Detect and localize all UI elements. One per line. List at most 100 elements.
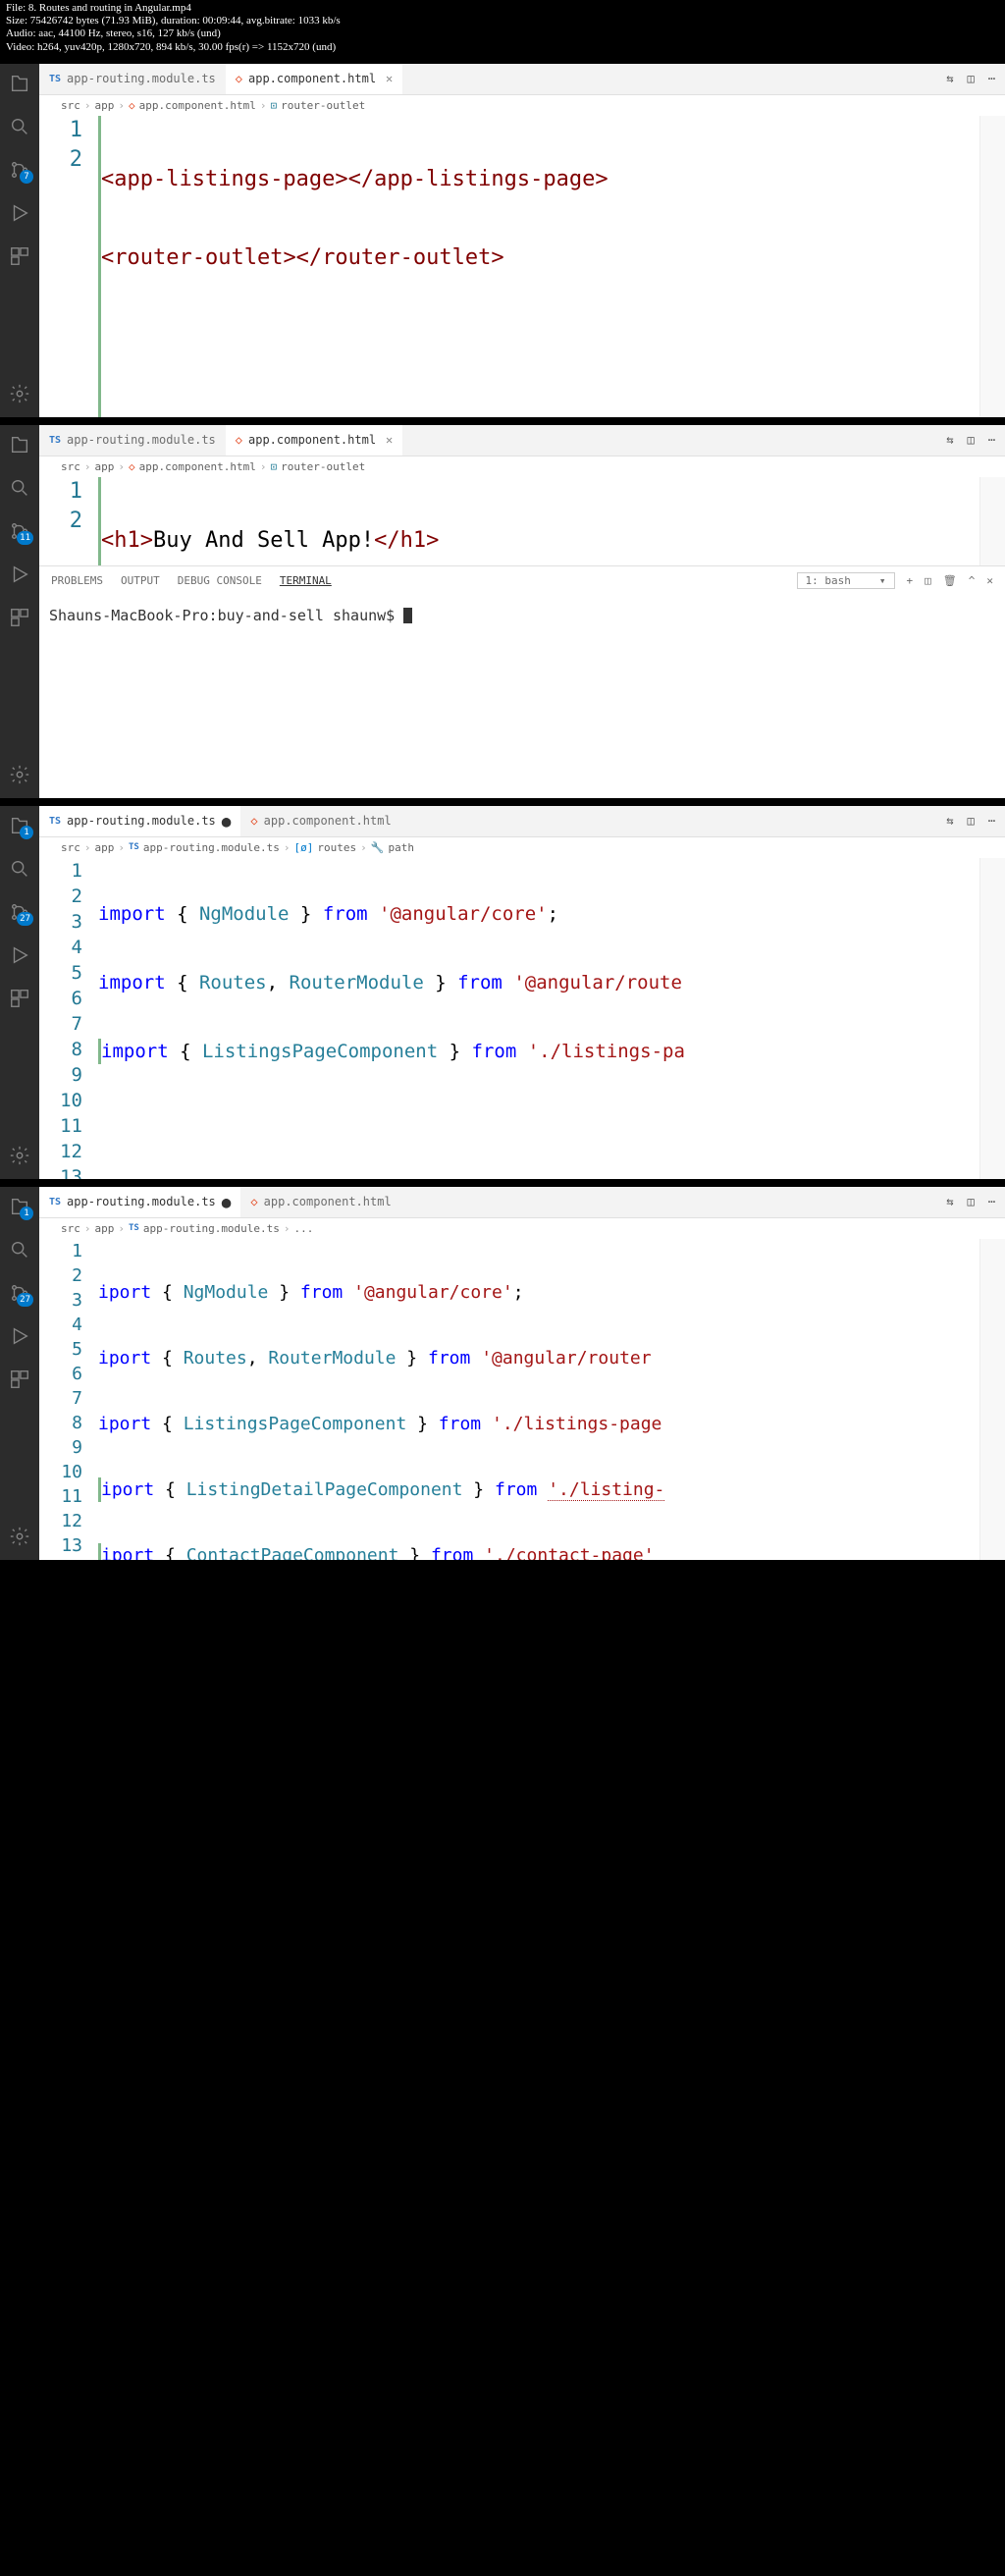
tab-routing[interactable]: TSapp-routing.module.ts●	[39, 1187, 240, 1217]
ts-icon: TS	[49, 816, 61, 827]
tab-terminal[interactable]: TERMINAL	[280, 574, 332, 587]
html-icon: ◇	[250, 1195, 257, 1208]
search-icon[interactable]	[8, 476, 31, 500]
tab-output[interactable]: OUTPUT	[121, 574, 160, 587]
extensions-icon[interactable]	[8, 606, 31, 629]
line-gutter: 12	[39, 477, 98, 565]
scm-icon[interactable]: 11	[8, 519, 31, 543]
tab-label: app.component.html	[248, 433, 376, 447]
tab-routing[interactable]: TSapp-routing.module.ts	[39, 64, 226, 94]
breadcrumb[interactable]: src› app› ◇app.component.html› ⊡router-o…	[39, 456, 1005, 477]
breadcrumb[interactable]: src› app› ◇app.component.html› ⊡router-o…	[39, 95, 1005, 116]
terminal-prompt: Shauns-MacBook-Pro:buy-and-sell shaunw$	[49, 607, 395, 624]
extensions-icon[interactable]	[8, 244, 31, 268]
tab-actions: ⇆ ◫ ⋯	[946, 72, 1005, 85]
compare-icon[interactable]: ⇆	[946, 1195, 953, 1208]
code-editor[interactable]: 1234567891011121314 iport { NgModule } f…	[39, 1239, 1005, 1560]
code-editor[interactable]: 1234567891011121314 import { NgModule } …	[39, 858, 1005, 1179]
ts-icon: TS	[49, 74, 61, 84]
explorer-icon[interactable]	[8, 433, 31, 456]
scm-badge: 11	[17, 531, 33, 545]
shell-select[interactable]: 1: bash▾	[797, 572, 895, 589]
debug-icon[interactable]	[8, 563, 31, 586]
scm-icon[interactable]: 7	[8, 158, 31, 182]
close-icon[interactable]: ✕	[386, 433, 393, 447]
chevron-up-icon[interactable]: ^	[969, 574, 976, 587]
gear-icon[interactable]	[8, 1525, 31, 1548]
scm-badge: 7	[20, 170, 33, 184]
split-icon[interactable]: ◫	[968, 72, 975, 85]
tab-bar: TSapp-routing.module.ts● ◇ app.component.…	[39, 1187, 1005, 1218]
explorer-badge: 1	[20, 1207, 33, 1220]
explorer-icon[interactable]: 1	[8, 1195, 31, 1218]
tab-problems[interactable]: PROBLEMS	[51, 574, 103, 587]
search-icon[interactable]	[8, 115, 31, 138]
trash-icon[interactable]: 🗑	[943, 574, 957, 587]
compare-icon[interactable]: ⇆	[946, 814, 953, 828]
compare-icon[interactable]: ⇆	[946, 72, 953, 85]
debug-icon[interactable]	[8, 943, 31, 967]
editor-area: TSapp-routing.module.ts● ◇app.component.…	[39, 806, 1005, 1179]
split-icon[interactable]: ◫	[968, 1195, 975, 1208]
editor-area: TSapp-routing.module.ts● ◇ app.component.…	[39, 1187, 1005, 1560]
more-icon[interactable]: ⋯	[988, 72, 995, 85]
minimap[interactable]	[979, 477, 1005, 565]
tab-routing[interactable]: TSapp-routing.module.ts●	[39, 806, 240, 836]
close-icon[interactable]: ✕	[386, 72, 393, 85]
minimap[interactable]	[979, 1239, 1005, 1560]
search-icon[interactable]	[8, 1238, 31, 1261]
debug-icon[interactable]	[8, 1324, 31, 1348]
split-icon[interactable]: ◫	[968, 433, 975, 447]
code-editor[interactable]: 12 <app-listings-page></app-listings-pag…	[39, 116, 1005, 417]
ts-icon: TS	[49, 435, 61, 446]
split-terminal-icon[interactable]: ◫	[925, 574, 931, 587]
terminal-body[interactable]: Shauns-MacBook-Pro:buy-and-sell shaunw$	[39, 595, 1005, 742]
tab-label: app.component.html	[264, 814, 392, 828]
html-icon: ◇	[236, 72, 242, 85]
breadcrumb[interactable]: src› app› TS app-routing.module.ts› ...	[39, 1218, 1005, 1239]
extensions-icon[interactable]	[8, 1368, 31, 1391]
tab-component[interactable]: ◇app.component.html✕	[226, 64, 403, 94]
close-panel-icon[interactable]: ✕	[986, 574, 993, 587]
html-icon: ◇	[250, 814, 257, 828]
tab-routing[interactable]: TS app-routing.module.ts	[39, 425, 226, 456]
minimap[interactable]	[979, 858, 1005, 1179]
tab-label: app-routing.module.ts	[67, 1195, 216, 1208]
activity-bar: 7	[0, 64, 39, 417]
gear-icon[interactable]	[8, 382, 31, 405]
more-icon[interactable]: ⋯	[988, 814, 995, 828]
code-editor[interactable]: 12 <h1>Buy And Sell App!</h1> <router-ou…	[39, 477, 1005, 565]
new-terminal-icon[interactable]: +	[907, 574, 914, 587]
tab-debug-console[interactable]: DEBUG CONSOLE	[178, 574, 262, 587]
breadcrumb[interactable]: src› app› TS app-routing.module.ts› [ø]r…	[39, 837, 1005, 858]
debug-icon[interactable]	[8, 201, 31, 225]
scm-icon[interactable]: 27	[8, 900, 31, 924]
minimap[interactable]	[979, 116, 1005, 417]
activity-bar: 1 27	[0, 806, 39, 1179]
file-line: File: 8. Routes and routing in Angular.m…	[6, 2, 999, 15]
terminal-tabs: PROBLEMS OUTPUT DEBUG CONSOLE TERMINAL 1…	[39, 566, 1005, 595]
tab-component[interactable]: ◇ app.component.html	[240, 806, 400, 836]
tab-component[interactable]: ◇ app.component.html	[240, 1187, 400, 1217]
tab-bar: TSapp-routing.module.ts ◇app.component.h…	[39, 425, 1005, 456]
tab-component[interactable]: ◇app.component.html✕	[226, 425, 403, 456]
explorer-icon[interactable]: 1	[8, 814, 31, 837]
split-icon[interactable]: ◫	[968, 814, 975, 828]
tab-label: app.component.html	[264, 1195, 392, 1208]
tab-label: app-routing.module.ts	[67, 814, 216, 828]
gear-icon[interactable]	[8, 1144, 31, 1167]
search-icon[interactable]	[8, 857, 31, 881]
tab-bar: TSapp-routing.module.ts● ◇app.component.…	[39, 806, 1005, 837]
gear-icon[interactable]	[8, 763, 31, 786]
more-icon[interactable]: ⋯	[988, 433, 995, 447]
tab-label: app-routing.module.ts	[67, 433, 216, 447]
explorer-icon[interactable]	[8, 72, 31, 95]
tab-actions: ⇆ ◫ ⋯	[946, 433, 1005, 447]
more-icon[interactable]: ⋯	[988, 1195, 995, 1208]
scm-badge: 27	[17, 912, 33, 926]
tab-actions: ⇆ ◫ ⋯	[946, 1195, 1005, 1208]
compare-icon[interactable]: ⇆	[946, 433, 953, 447]
extensions-icon[interactable]	[8, 987, 31, 1010]
vscode-frame-2: 11 TSapp-routing.module.ts ◇app.componen…	[0, 425, 1005, 798]
scm-icon[interactable]: 27	[8, 1281, 31, 1305]
